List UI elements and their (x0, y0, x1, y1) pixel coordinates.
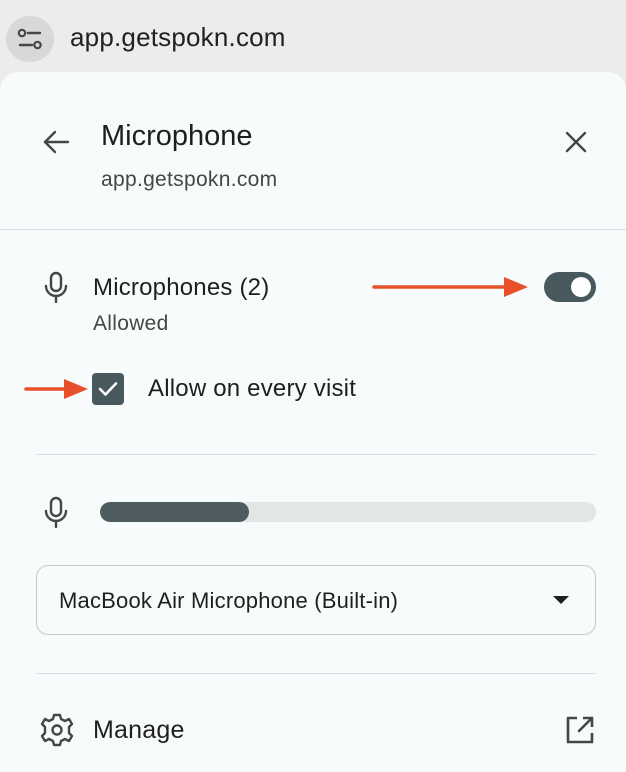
section-divider (36, 673, 596, 674)
arrow-back-icon (43, 130, 70, 154)
site-info-button[interactable] (6, 16, 54, 62)
allow-every-visit-checkbox[interactable] (92, 373, 124, 405)
back-button[interactable] (38, 124, 74, 160)
selected-device: MacBook Air Microphone (Built-in) (59, 588, 399, 613)
microphone-icon (41, 495, 71, 529)
dropdown-caret-icon (553, 596, 569, 604)
gear-icon (40, 713, 74, 747)
close-button[interactable] (556, 122, 596, 162)
tune-icon (17, 28, 42, 50)
manage-row[interactable]: Manage (0, 692, 626, 772)
open-in-new-icon (566, 716, 594, 744)
page: app.getspokn.com Microphone app.getspokn… (0, 0, 626, 772)
address-bar: app.getspokn.com (0, 0, 626, 72)
panel-title: Microphone (101, 120, 253, 152)
section-divider (36, 454, 596, 455)
microphone-icon (41, 270, 71, 304)
permission-status: Allowed (93, 312, 169, 335)
panel-subtitle: app.getspokn.com (101, 168, 278, 191)
allow-every-visit-label[interactable]: Allow on every visit (148, 375, 356, 403)
manage-label: Manage (93, 716, 185, 744)
header-divider (0, 229, 626, 230)
close-icon (565, 131, 587, 153)
permission-toggle[interactable] (544, 272, 596, 302)
address-url[interactable]: app.getspokn.com (70, 22, 286, 53)
microphone-device-select[interactable]: MacBook Air Microphone (Built-in) (36, 565, 596, 635)
permission-label: Microphones (2) (93, 274, 270, 301)
mic-level-fill (100, 502, 249, 522)
mic-level-meter (100, 502, 596, 522)
annotation-arrow-toggle (372, 277, 528, 297)
toggle-knob (571, 277, 591, 297)
site-settings-panel: Microphone app.getspokn.com Microphones … (0, 72, 626, 772)
checkmark-icon (98, 382, 118, 396)
annotation-arrow-checkbox (24, 379, 88, 399)
